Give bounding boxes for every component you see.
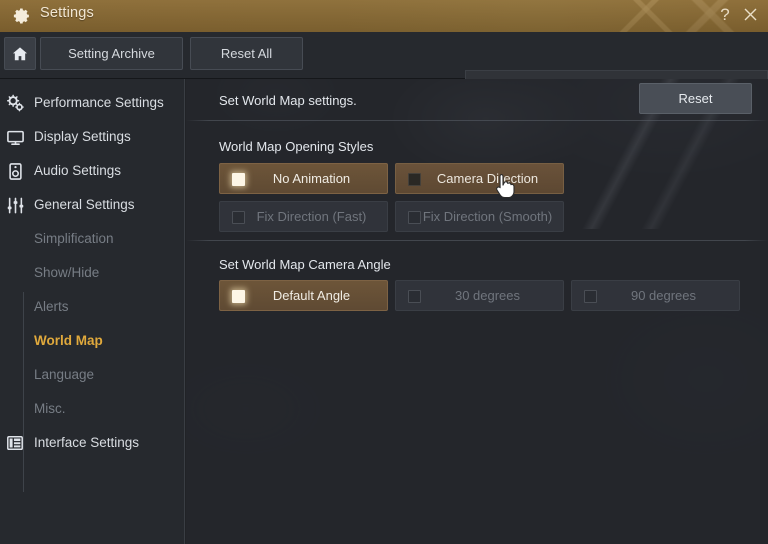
reset-button[interactable]: Reset [639, 83, 752, 114]
option-label: Fix Direction (Smooth) [422, 209, 553, 224]
sidebar-item-world-map[interactable]: World Map [0, 325, 185, 359]
gear-icon [12, 6, 32, 26]
sidebar-item-label: Display Settings [34, 129, 131, 144]
sidebar-item-general-settings[interactable]: General Settings [0, 189, 185, 223]
main-header: Set World Map settings. Reset [186, 79, 768, 121]
sidebar-item-label: Interface Settings [34, 435, 140, 450]
help-button[interactable]: ? [716, 3, 734, 27]
tab-reset-all[interactable]: Reset All [190, 37, 303, 70]
section-title-camera-angle: Set World Map Camera Angle [219, 257, 391, 272]
monitor-icon [6, 128, 26, 148]
option-label: Fix Direction (Fast) [256, 209, 367, 224]
sidebar-item-label: Audio Settings [34, 163, 122, 178]
layout-icon [6, 434, 26, 454]
option-30-degrees[interactable]: 30 degrees [395, 280, 564, 311]
settings-window: Settings ? Setting Archive Reset All Per… [0, 0, 768, 544]
option-no-animation[interactable]: No Animation [219, 163, 388, 194]
sidebar-item-label: Language [34, 367, 95, 382]
home-icon [5, 45, 35, 63]
sidebar-item-audio-settings[interactable]: Audio Settings [0, 155, 185, 189]
title-bar: Settings ? [0, 0, 768, 32]
sidebar-item-display-settings[interactable]: Display Settings [0, 121, 185, 155]
sidebar-item-interface-settings[interactable]: Interface Settings [0, 427, 185, 461]
sidebar-item-simplification[interactable]: Simplification [0, 223, 185, 257]
sidebar-item-performance-settings[interactable]: Performance Settings [0, 87, 185, 121]
option-90-degrees[interactable]: 90 degrees [571, 280, 740, 311]
window-title: Settings [40, 5, 94, 21]
toolbar: Setting Archive Reset All [0, 32, 768, 104]
sidebar-item-language[interactable]: Language [0, 359, 185, 393]
option-fix-direction-fast[interactable]: Fix Direction (Fast) [219, 201, 388, 232]
section-title-opening-styles: World Map Opening Styles [219, 139, 374, 154]
option-label: Camera Direction [436, 171, 539, 186]
main-content: Set World Map settings. Reset World Map … [186, 79, 768, 544]
sliders-icon [6, 196, 26, 216]
option-label: No Animation [272, 171, 351, 186]
sidebar-item-label: Alerts [34, 299, 69, 314]
sidebar-item-alerts[interactable]: Alerts [0, 291, 185, 325]
sidebar-item-misc[interactable]: Misc. [0, 393, 185, 427]
gears-icon [6, 94, 26, 114]
speaker-icon [6, 162, 26, 182]
tab-setting-archive[interactable]: Setting Archive [40, 37, 183, 70]
option-camera-direction[interactable]: Camera Direction [395, 163, 564, 194]
sidebar-item-label: Performance Settings [34, 95, 164, 110]
sidebar-item-label: General Settings [34, 197, 135, 212]
sidebar-item-label: World Map [34, 333, 103, 348]
section-divider [186, 240, 768, 241]
sidebar-item-label: Misc. [34, 401, 66, 416]
option-label: Default Angle [272, 288, 351, 303]
sidebar-item-label: Show/Hide [34, 265, 100, 280]
option-default-angle[interactable]: Default Angle [219, 280, 388, 311]
home-button[interactable] [4, 37, 36, 70]
option-fix-direction-smooth[interactable]: Fix Direction (Smooth) [395, 201, 564, 232]
title-bar-shading [0, 0, 768, 32]
close-icon[interactable] [740, 3, 760, 27]
sidebar-item-show-hide[interactable]: Show/Hide [0, 257, 185, 291]
sidebar: Performance Settings Display Settings Au… [0, 79, 185, 544]
header-divider [186, 120, 768, 121]
option-label: 90 degrees [630, 288, 697, 303]
sidebar-item-label: Simplification [34, 231, 114, 246]
page-description: Set World Map settings. [219, 93, 357, 108]
option-label: 30 degrees [454, 288, 521, 303]
